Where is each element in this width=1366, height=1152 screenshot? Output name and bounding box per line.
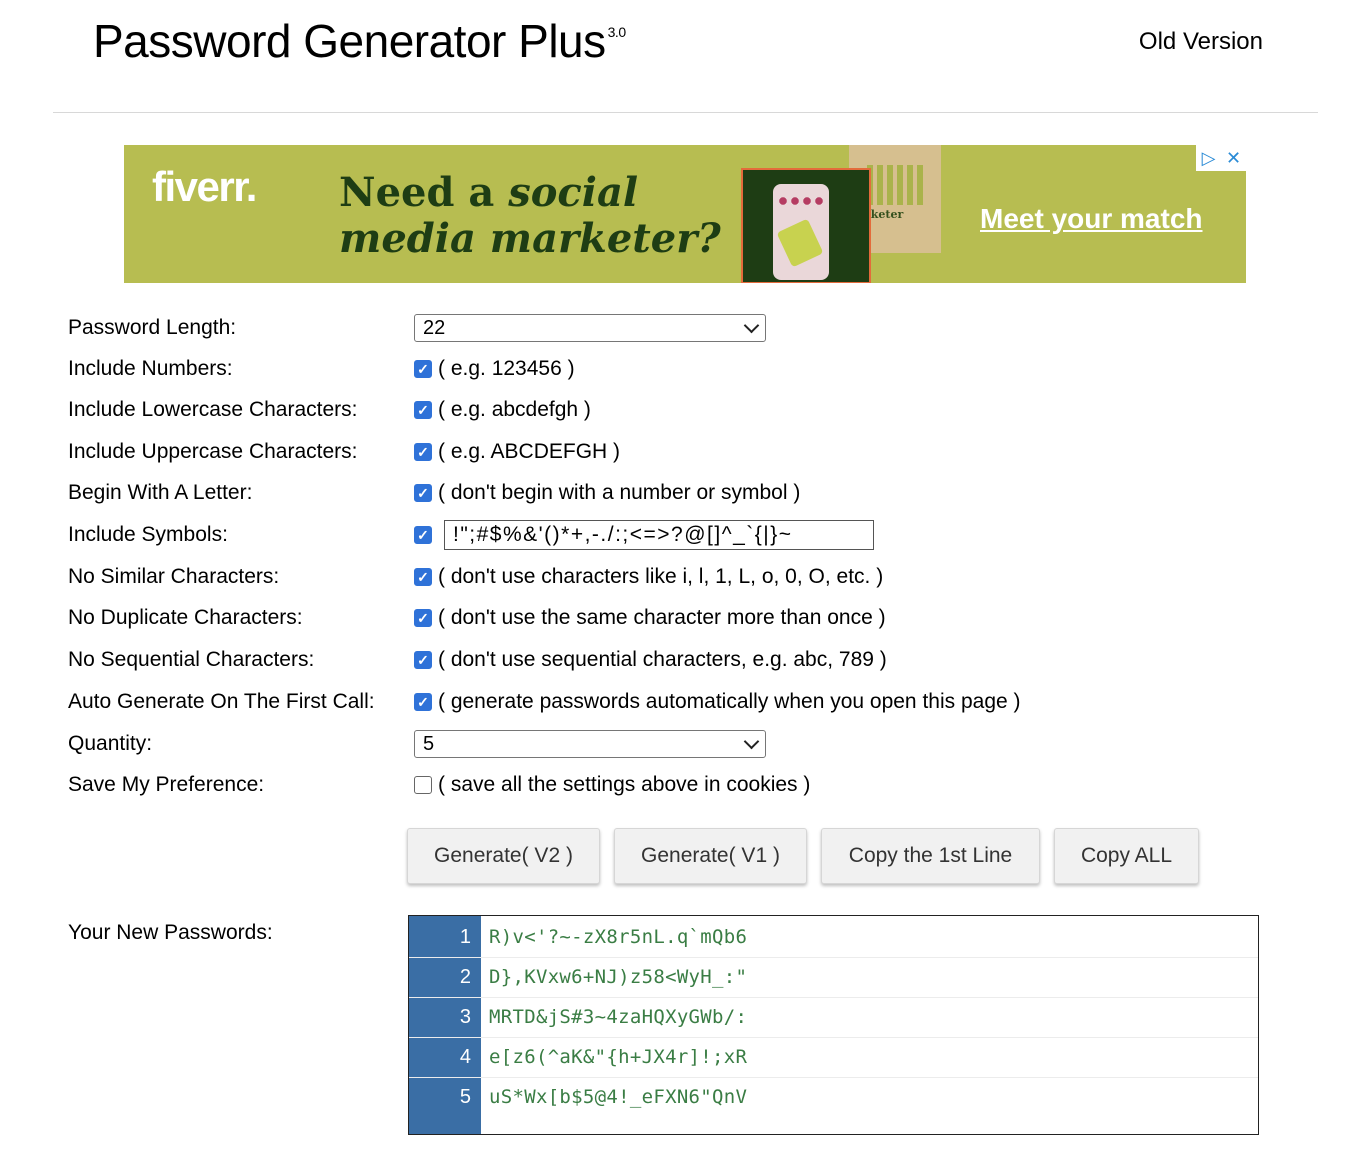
password-line[interactable]: 4 e[z6(^aK&"{h+JX4r]!;xR (409, 1037, 1258, 1078)
include-symbols-checkbox[interactable]: ✓ (414, 526, 432, 544)
include-uppercase-hint: ( e.g. ABCDEFGH ) (438, 440, 621, 463)
password-text[interactable]: uS*Wx[b$5@4!_eFXN6"QnV (489, 1086, 747, 1108)
no-sequential-label: No Sequential Characters: (68, 648, 315, 671)
password-length-select[interactable]: 22 (414, 314, 766, 342)
version-label: 3.0 (607, 24, 626, 40)
include-numbers-checkbox[interactable]: ✓ (414, 360, 432, 378)
password-line[interactable]: 2 D},KVxw6+NJ)z58<WyH_:" (409, 957, 1258, 998)
chevron-down-icon (743, 733, 760, 750)
copy-all-button[interactable]: Copy ALL (1054, 828, 1199, 884)
phone-icon (773, 184, 829, 280)
begin-with-letter-checkbox[interactable]: ✓ (414, 484, 432, 502)
row-auto-generate: Auto Generate On The First Call: ✓ ( gen… (68, 684, 1021, 720)
line-number: 4 (459, 1045, 471, 1068)
include-lowercase-hint: ( e.g. abcdefgh ) (438, 398, 591, 421)
no-duplicate-checkbox[interactable]: ✓ (414, 609, 432, 627)
password-length-label: Password Length: (68, 316, 237, 339)
password-line[interactable]: 3 MRTD&jS#3~4zaHQXyGWb/: (409, 997, 1258, 1038)
include-symbols-label: Include Symbols: (68, 523, 228, 546)
include-numbers-label: Include Numbers: (68, 357, 233, 380)
no-similar-hint: ( don't use characters like i, l, 1, L, … (438, 565, 884, 588)
begin-with-letter-hint: ( don't begin with a number or symbol ) (438, 481, 801, 504)
password-text[interactable]: MRTD&jS#3~4zaHQXyGWb/: (489, 1006, 747, 1028)
ad-choices: ▷ ✕ (1196, 145, 1246, 171)
line-number: 5 (459, 1085, 471, 1108)
include-lowercase-label: Include Lowercase Characters: (68, 398, 358, 421)
ad-headline-part-2: media marketer? (339, 215, 721, 262)
include-uppercase-label: Include Uppercase Characters: (68, 440, 358, 463)
title-text: Password Generator Plus (93, 15, 606, 67)
save-preference-hint: ( save all the settings above in cookies… (438, 773, 811, 796)
begin-with-letter-label: Begin With A Letter: (68, 481, 253, 504)
page-title: Password Generator Plus 3.0 (93, 14, 626, 68)
row-include-symbols: Include Symbols: ✓ !";#$%&'()*+,-./:;<=>… (68, 517, 874, 553)
ad-logo: fiverr. (152, 163, 257, 210)
ad-banner[interactable]: fiverr. Need a social media marketer? rk… (124, 145, 1246, 283)
quantity-label: Quantity: (68, 732, 153, 755)
no-sequential-hint: ( don't use sequential characters, e.g. … (438, 648, 887, 671)
save-preference-label: Save My Preference: (68, 773, 265, 796)
old-version-link[interactable]: Old Version (1139, 28, 1263, 56)
no-similar-label: No Similar Characters: (68, 565, 280, 588)
adchoices-icon[interactable]: ▷ (1196, 145, 1221, 171)
password-text[interactable]: R)v<'?~-zX8r5nL.q`mQb6 (489, 926, 747, 948)
ad-phone-image (741, 168, 871, 283)
row-password-length: Password Length: 22 (68, 310, 766, 346)
no-duplicate-hint: ( don't use the same character more than… (438, 606, 886, 629)
password-text[interactable]: D},KVxw6+NJ)z58<WyH_:" (489, 966, 747, 988)
generate-v2-button[interactable]: Generate( V2 ) (407, 828, 600, 884)
chevron-down-icon (743, 317, 760, 334)
row-include-lowercase: Include Lowercase Characters: ✓ ( e.g. a… (68, 392, 591, 428)
row-no-duplicate: No Duplicate Characters: ✓ ( don't use t… (68, 600, 886, 636)
no-similar-checkbox[interactable]: ✓ (414, 568, 432, 586)
auto-generate-label: Auto Generate On The First Call: (68, 690, 375, 713)
auto-generate-checkbox[interactable]: ✓ (414, 693, 432, 711)
row-no-sequential: No Sequential Characters: ✓ ( don't use … (68, 642, 887, 678)
include-numbers-hint: ( e.g. 123456 ) (438, 357, 575, 380)
line-number: 3 (459, 1005, 471, 1028)
row-begin-with-letter: Begin With A Letter: ✓ ( don't begin wit… (68, 475, 800, 511)
ad-headline-italic: social (508, 169, 639, 216)
line-number: 1 (459, 925, 471, 948)
header-divider (53, 112, 1318, 113)
row-no-similar: No Similar Characters: ✓ ( don't use cha… (68, 559, 883, 595)
no-duplicate-label: No Duplicate Characters: (68, 606, 303, 629)
include-uppercase-checkbox[interactable]: ✓ (414, 443, 432, 461)
password-text[interactable]: e[z6(^aK&"{h+JX4r]!;xR (489, 1046, 747, 1068)
generate-v1-button[interactable]: Generate( V1 ) (614, 828, 807, 884)
passwords-label: Your New Passwords: (68, 921, 273, 944)
ad-chart-bars (867, 165, 927, 205)
no-sequential-checkbox[interactable]: ✓ (414, 651, 432, 669)
copy-first-line-button[interactable]: Copy the 1st Line (821, 828, 1040, 884)
password-length-value: 22 (423, 316, 446, 339)
passwords-output[interactable]: 1 R)v<'?~-zX8r5nL.q`mQb6 2 D},KVxw6+NJ)z… (408, 915, 1259, 1135)
quantity-value: 5 (423, 732, 435, 755)
row-save-preference: Save My Preference: ( save all the setti… (68, 767, 810, 803)
ad-headline-part-1: Need a (339, 169, 509, 216)
row-include-uppercase: Include Uppercase Characters: ✓ ( e.g. A… (68, 434, 620, 470)
password-line[interactable]: 5 uS*Wx[b$5@4!_eFXN6"QnV (409, 1077, 1258, 1117)
save-preference-checkbox[interactable] (414, 776, 432, 794)
quantity-select[interactable]: 5 (414, 730, 766, 758)
password-line[interactable]: 1 R)v<'?~-zX8r5nL.q`mQb6 (409, 917, 1258, 958)
auto-generate-hint: ( generate passwords automatically when … (438, 690, 1021, 713)
include-lowercase-checkbox[interactable]: ✓ (414, 401, 432, 419)
line-number: 2 (459, 965, 471, 988)
ad-headline: Need a social media marketer? (339, 170, 721, 262)
close-icon[interactable]: ✕ (1221, 145, 1246, 171)
symbols-input[interactable]: !";#$%&'()*+,-./:;<=>?@[]^_`{|}~ (444, 520, 874, 550)
row-include-numbers: Include Numbers: ✓ ( e.g. 123456 ) (68, 351, 575, 387)
row-quantity: Quantity: 5 (68, 726, 766, 762)
ad-cta-link[interactable]: Meet your match (980, 203, 1203, 235)
